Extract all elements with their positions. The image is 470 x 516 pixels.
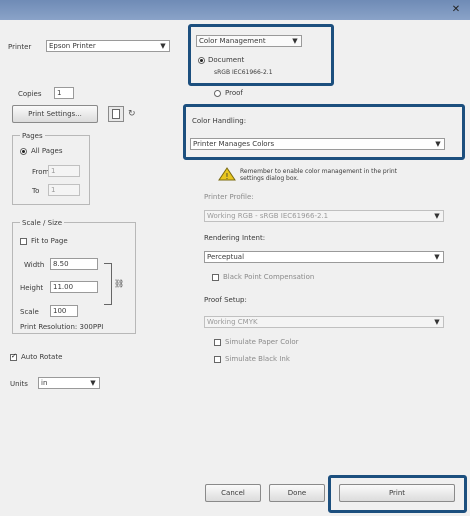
document-radio[interactable]: [198, 57, 205, 64]
from-input[interactable]: 1: [48, 165, 80, 177]
auto-rotate-checkbox[interactable]: [10, 352, 17, 361]
simulate-paper-label: Simulate Paper Color: [225, 338, 299, 346]
height-label: Height: [20, 284, 44, 292]
close-icon[interactable]: ✕: [450, 4, 462, 16]
width-label: Width: [24, 261, 45, 269]
chevron-down-icon: ▼: [160, 42, 166, 50]
print-button[interactable]: Print: [339, 484, 455, 502]
warning-icon: !: [218, 167, 236, 181]
to-input[interactable]: 1: [48, 184, 80, 196]
printer-value: Epson Printer: [49, 42, 96, 50]
rendering-intent-value: Perceptual: [207, 253, 245, 261]
page-icon: [112, 109, 120, 119]
proof-setup-select[interactable]: Working CMYK ▼: [204, 316, 444, 328]
auto-rotate-label: Auto Rotate: [21, 353, 63, 361]
cancel-button[interactable]: Cancel: [205, 484, 261, 502]
pages-group-title: Pages: [20, 131, 45, 141]
chevron-down-icon: ▼: [434, 318, 440, 326]
warning-text: Remember to enable color management in t…: [240, 168, 398, 182]
color-handling-label: Color Handling:: [192, 117, 247, 125]
color-handling-value: Printer Manages Colors: [193, 140, 275, 148]
rendering-intent-select[interactable]: Perceptual ▼: [204, 251, 444, 263]
document-label: Document: [208, 56, 245, 64]
color-management-value: Color Management: [199, 37, 266, 45]
chevron-down-icon: ▼: [292, 37, 298, 45]
copies-label: Copies: [18, 90, 42, 98]
height-input[interactable]: 11.00: [50, 281, 98, 293]
title-bar: [0, 0, 470, 20]
printer-label: Printer: [8, 43, 32, 51]
chevron-down-icon: ▼: [90, 379, 96, 387]
printer-select[interactable]: Epson Printer ▼: [46, 40, 170, 52]
link-bracket: [104, 263, 112, 305]
from-label: From: [32, 168, 50, 176]
scale-label: Scale: [20, 308, 39, 316]
proof-setup-value: Working CMYK: [207, 318, 258, 326]
color-management-select[interactable]: Color Management ▼: [196, 35, 302, 47]
simulate-black-checkbox[interactable]: [214, 356, 221, 363]
black-point-label: Black Point Compensation: [223, 273, 315, 281]
all-pages-radio[interactable]: [20, 148, 27, 155]
all-pages-label: All Pages: [31, 147, 63, 155]
scale-group-title: Scale / Size: [20, 218, 65, 228]
units-value: in: [41, 379, 48, 387]
svg-text:!: !: [225, 172, 228, 181]
fit-to-page-label: Fit to Page: [31, 237, 68, 245]
chevron-down-icon: ▼: [434, 253, 440, 261]
landscape-orientation-icon[interactable]: ↻: [128, 108, 142, 120]
units-select[interactable]: in ▼: [38, 377, 100, 389]
color-handling-callout: [183, 104, 465, 160]
fit-to-page-checkbox[interactable]: [20, 238, 27, 245]
print-settings-button[interactable]: Print Settings...: [12, 105, 98, 123]
printer-profile-label: Printer Profile:: [204, 193, 254, 201]
units-label: Units: [10, 380, 28, 388]
print-dialog: ✕ Printer Epson Printer ▼ Copies 1 Print…: [0, 0, 470, 516]
portrait-orientation-icon[interactable]: [108, 106, 124, 122]
chain-link-icon[interactable]: ⛓: [114, 279, 124, 289]
document-profile-text: sRGB IEC61966-2.1: [214, 69, 273, 76]
to-label: To: [32, 187, 40, 195]
chevron-down-icon: ▼: [435, 140, 441, 148]
proof-setup-label: Proof Setup:: [204, 296, 247, 304]
copies-input[interactable]: 1: [54, 87, 74, 99]
rendering-intent-label: Rendering Intent:: [204, 234, 266, 242]
color-handling-select[interactable]: Printer Manages Colors ▼: [190, 138, 445, 150]
printer-profile-select[interactable]: Working RGB - sRGB IEC61966-2.1 ▼: [204, 210, 444, 222]
scale-input[interactable]: 100: [50, 305, 78, 317]
done-button[interactable]: Done: [269, 484, 325, 502]
simulate-paper-checkbox[interactable]: [214, 339, 221, 346]
chevron-down-icon: ▼: [434, 212, 440, 220]
printer-profile-value: Working RGB - sRGB IEC61966-2.1: [207, 212, 329, 220]
simulate-black-label: Simulate Black Ink: [225, 355, 290, 363]
proof-label: Proof: [225, 89, 243, 97]
proof-radio[interactable]: [214, 90, 221, 97]
width-input[interactable]: 8.50: [50, 258, 98, 270]
black-point-checkbox[interactable]: [212, 274, 219, 281]
print-resolution-text: Print Resolution: 300PPI: [20, 323, 104, 331]
